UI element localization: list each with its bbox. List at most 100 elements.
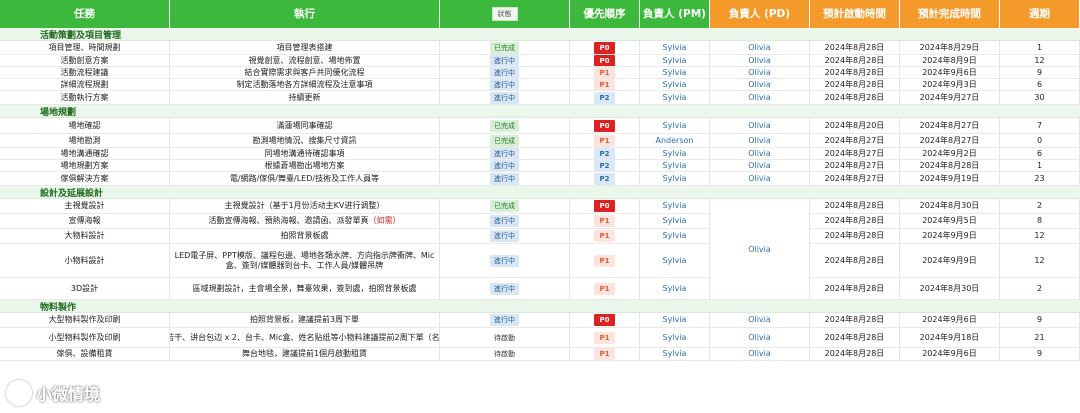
- task-cell[interactable]: 活動創意方案: [0, 55, 170, 66]
- period-cell[interactable]: 9: [1000, 348, 1080, 360]
- status-badge[interactable]: 進行中: [490, 148, 519, 159]
- period-cell[interactable]: 2: [1000, 199, 1080, 213]
- status-cell[interactable]: 待啟動: [440, 348, 570, 360]
- pd-cell[interactable]: Olivia: [710, 134, 810, 147]
- header-priority[interactable]: 優先順序: [570, 0, 640, 28]
- exec-cell[interactable]: 根據蒼場勘出場地方案: [170, 160, 440, 171]
- status-cell[interactable]: 進行中: [440, 278, 570, 299]
- status-badge[interactable]: 進行中: [490, 282, 519, 295]
- task-cell[interactable]: 場地勘測: [0, 134, 170, 147]
- priority-cell[interactable]: P0: [570, 313, 640, 327]
- header-status[interactable]: 狀態: [440, 0, 570, 28]
- status-badge[interactable]: 已完成: [490, 41, 519, 54]
- task-cell[interactable]: 大型物料製作及印刷: [0, 313, 170, 327]
- status-badge[interactable]: 進行中: [490, 55, 519, 66]
- end-cell[interactable]: 2024年8月30日: [900, 199, 1000, 213]
- table-row[interactable]: 場地確認 滿蓮場同事確認 已完成 P0 Sylvia Olivia 2024年8月20日 20…: [0, 118, 1080, 134]
- end-cell[interactable]: 2024年9月9日: [900, 244, 1000, 277]
- pd-cell[interactable]: Olivia: [710, 328, 810, 347]
- status-cell[interactable]: 進行中: [440, 79, 570, 90]
- exec-cell[interactable]: 方向指示牌 x 若干、讲台包边 x 2、台卡、Mic盒、姓名贴纸等小物料建議提前…: [170, 328, 440, 347]
- period-cell[interactable]: 1: [1000, 160, 1080, 171]
- status-badge[interactable]: 進行中: [490, 91, 519, 104]
- status-badge[interactable]: 進行中: [490, 230, 519, 242]
- status-cell[interactable]: 進行中: [440, 214, 570, 228]
- status-cell[interactable]: 進行中: [440, 91, 570, 104]
- period-cell[interactable]: 12: [1000, 229, 1080, 243]
- start-cell[interactable]: 2024年8月27日: [810, 172, 900, 185]
- priority-cell[interactable]: P2: [570, 91, 640, 104]
- pm-cell[interactable]: Sylvia: [640, 244, 710, 277]
- priority-cell[interactable]: P0: [570, 199, 640, 213]
- table-row[interactable]: 小物料設計 LED電子屏、PPT模版、議程包邊、場地各類水牌、方向指示牌衝牌、Mi…: [0, 244, 1080, 278]
- task-cell[interactable]: 宣傳海報: [0, 214, 170, 228]
- header-pd[interactable]: 負責人 (PD): [710, 0, 810, 28]
- pd-cell[interactable]: Olivia: [710, 160, 810, 171]
- end-cell[interactable]: 2024年8月27日: [900, 134, 1000, 147]
- status-badge[interactable]: 進行中: [490, 67, 519, 78]
- task-cell[interactable]: 大物料設計: [0, 229, 170, 243]
- period-cell[interactable]: 23: [1000, 172, 1080, 185]
- pd-cell[interactable]: Olivia: [710, 313, 810, 327]
- pd-cell[interactable]: Olivia: [710, 79, 810, 90]
- end-cell[interactable]: 2024年8月28日: [900, 160, 1000, 171]
- exec-cell[interactable]: 活動宣傳海報、預熱海報、邀請函、派發單頁 （如需）: [170, 214, 440, 228]
- pm-cell[interactable]: Sylvia: [640, 41, 710, 54]
- start-cell[interactable]: 2024年8月28日: [810, 79, 900, 90]
- status-badge[interactable]: 已完成: [490, 200, 519, 212]
- status-badge[interactable]: 進行中: [490, 215, 519, 227]
- exec-cell[interactable]: 拍照背景板，建議提前3周下單: [170, 313, 440, 327]
- task-cell[interactable]: 小型物料製作及印刷: [0, 328, 170, 347]
- pm-cell[interactable]: Sylvia: [640, 328, 710, 347]
- status-cell[interactable]: 已完成: [440, 199, 570, 213]
- header-period[interactable]: 週期: [1000, 0, 1080, 28]
- period-cell[interactable]: 1: [1000, 41, 1080, 54]
- status-cell[interactable]: 進行中: [440, 172, 570, 185]
- end-cell[interactable]: 2024年9月5日: [900, 214, 1000, 228]
- start-cell[interactable]: 2024年8月27日: [810, 148, 900, 159]
- period-cell[interactable]: 7: [1000, 118, 1080, 133]
- pm-cell[interactable]: Sylvia: [640, 199, 710, 213]
- priority-cell[interactable]: P1: [570, 214, 640, 228]
- pm-cell[interactable]: Sylvia: [640, 278, 710, 299]
- status-cell[interactable]: 已完成: [440, 118, 570, 133]
- status-badge[interactable]: 進行中: [490, 314, 519, 326]
- exec-cell[interactable]: 視覺創意、流程創意、場地佈置: [170, 55, 440, 66]
- status-badge[interactable]: 進行中: [490, 172, 519, 185]
- priority-cell[interactable]: P0: [570, 41, 640, 54]
- pm-cell[interactable]: Sylvia: [640, 160, 710, 171]
- exec-cell[interactable]: 主視覺設計（基于1月份活动主KV进行调整）: [170, 199, 440, 213]
- table-row[interactable]: 活動執行方案 持續更新 進行中 P2 Sylvia Olivia 2024年8月28日 202…: [0, 91, 1080, 105]
- end-cell[interactable]: 2024年9月6日: [900, 313, 1000, 327]
- priority-cell[interactable]: P1: [570, 134, 640, 147]
- pm-cell[interactable]: Sylvia: [640, 67, 710, 78]
- pd-cell[interactable]: Olivia: [710, 67, 810, 78]
- priority-cell[interactable]: P1: [570, 79, 640, 90]
- pd-cell[interactable]: Olivia: [710, 91, 810, 104]
- period-cell[interactable]: 6: [1000, 79, 1080, 90]
- end-cell[interactable]: 2024年9月6日: [900, 67, 1000, 78]
- exec-cell[interactable]: 勘測場地情況、搜集尺寸資訊: [170, 134, 440, 147]
- table-row[interactable]: 活動創意方案 視覺創意、流程創意、場地佈置 進行中 P0 Sylvia Olivia 202…: [0, 55, 1080, 67]
- exec-cell[interactable]: 拍照背景板處: [170, 229, 440, 243]
- end-cell[interactable]: 2024年9月6日: [900, 348, 1000, 360]
- task-cell[interactable]: 項目管理、時間規劃: [0, 41, 170, 54]
- pm-cell[interactable]: Sylvia: [640, 55, 710, 66]
- exec-cell[interactable]: 持續更新: [170, 91, 440, 104]
- pd-cell[interactable]: Olivia: [710, 41, 810, 54]
- table-row[interactable]: 主視覺設計 主視覺設計（基于1月份活动主KV进行调整） 已完成 P0 Sylvia 202…: [0, 199, 1080, 214]
- status-cell[interactable]: 進行中: [440, 313, 570, 327]
- pm-cell[interactable]: Sylvia: [640, 91, 710, 104]
- task-cell[interactable]: 小物料設計: [0, 244, 170, 277]
- end-cell[interactable]: 2024年9月9日: [900, 229, 1000, 243]
- exec-cell[interactable]: 滿蓮場同事確認: [170, 118, 440, 133]
- start-cell[interactable]: 2024年8月20日: [810, 118, 900, 133]
- start-cell[interactable]: 2024年8月28日: [810, 67, 900, 78]
- exec-cell[interactable]: 項目管理表搭建: [170, 41, 440, 54]
- table-row[interactable]: 3D設計 區域規劃設計，主會場全景，舞臺效果，簽到處，拍照背景板處 進行中 P1 Syl…: [0, 278, 1080, 300]
- status-filter-button[interactable]: 狀態: [491, 7, 518, 21]
- start-cell[interactable]: 2024年8月28日: [810, 244, 900, 277]
- table-row[interactable]: 場地溝通確認 同場地溝通待確認事項 進行中 P2 Sylvia Olivia 2024年8月…: [0, 148, 1080, 160]
- task-cell[interactable]: 場地規劃方案: [0, 160, 170, 171]
- header-start[interactable]: 預計啟動時間: [810, 0, 900, 28]
